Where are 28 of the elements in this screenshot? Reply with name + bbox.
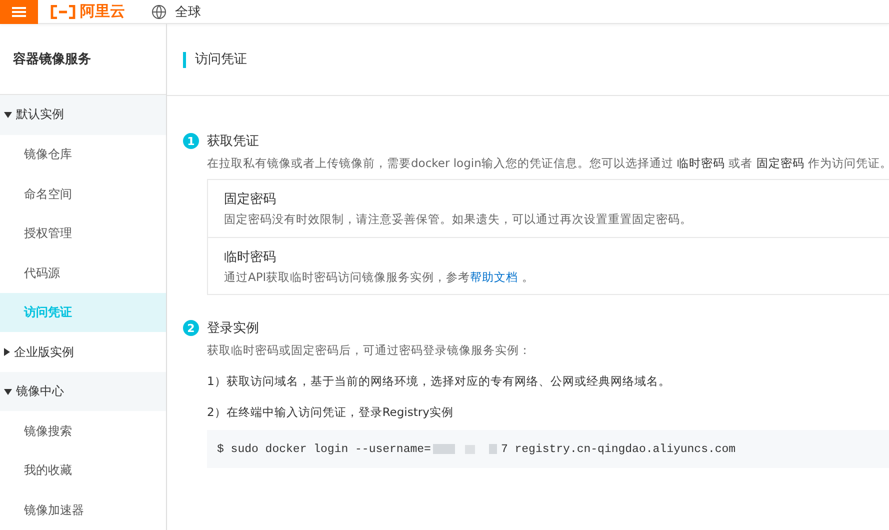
step-number: 1	[183, 133, 199, 149]
region-selector[interactable]: 全球	[175, 2, 201, 20]
command-text: $ sudo docker login --username=	[217, 442, 431, 456]
step-description: 获取临时密码或固定密码后，可通过密码登录镜像服务实例：	[207, 343, 532, 358]
menu-button[interactable]	[0, 0, 38, 24]
command-text: 7 registry.cn-qingdao.aliyuncs.com	[500, 442, 736, 456]
caret-down-icon	[4, 112, 12, 118]
caret-down-icon	[4, 388, 12, 395]
instruction-line: 2）在终端中输入访问凭证，登录Registry实例	[207, 405, 454, 420]
option-title: 临时密码	[224, 249, 277, 266]
globe-icon	[151, 4, 167, 20]
logo-icon	[50, 4, 76, 18]
option-description: 通过API获取临时密码访问镜像服务实例，参考帮助文档 。	[224, 270, 535, 285]
option-title: 固定密码	[224, 191, 277, 208]
menu-icon	[12, 6, 26, 16]
step-title: 获取凭证	[207, 133, 259, 150]
help-docs-link[interactable]: 帮助文档	[470, 270, 518, 284]
step-description: 在拉取私有镜像或者上传镜像前，需要docker login输入您的凭证信息。您可以选择通过 临时密码 或者 固定密码 作为访问凭证。	[207, 156, 889, 171]
caret-right-icon	[4, 348, 10, 356]
instruction-line: 1）获取访问域名，基于当前的网络环境，选择对应的专有网络、公网或经典网络域名。	[207, 374, 672, 389]
logo-text: 阿里云	[80, 2, 125, 21]
sidebar-group[interactable]: 默认实例	[0, 95, 166, 135]
step-number: 2	[183, 320, 199, 336]
page-title: 访问凭证	[183, 52, 247, 68]
sidebar-group[interactable]: 镜像中心	[0, 372, 166, 412]
blurred-username-drawing	[432, 443, 499, 455]
step-title: 登录实例	[207, 320, 259, 337]
option-description: 固定密码没有时效限制，请注意妥善保管。如果遗失，可以通过再次设置重置固定密码。	[224, 212, 693, 227]
